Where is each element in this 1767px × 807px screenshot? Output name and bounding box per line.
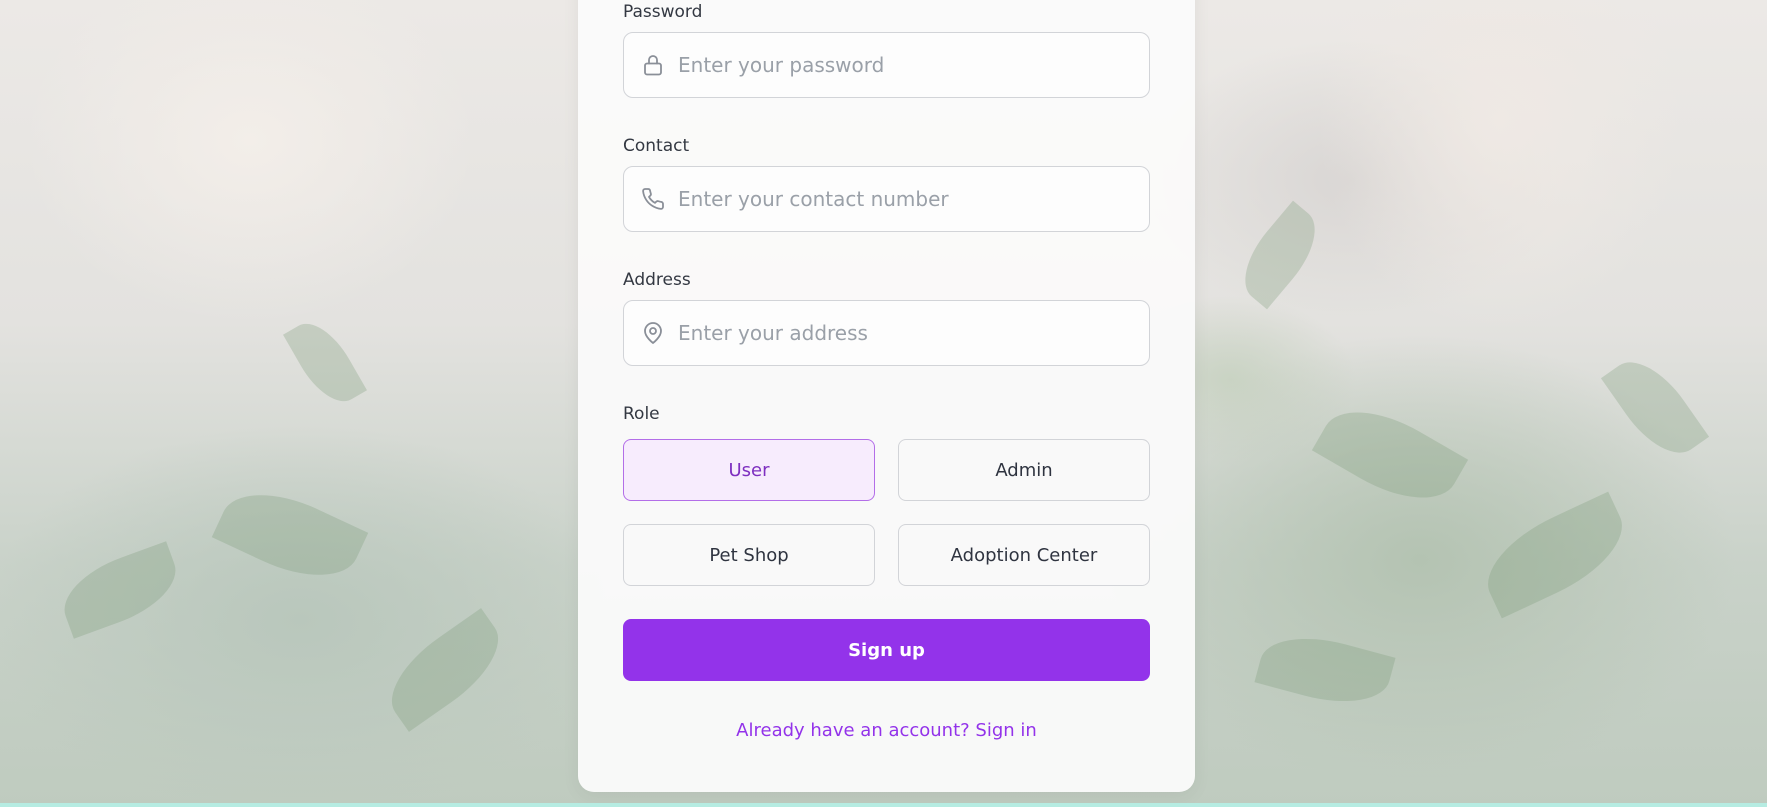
background-leaf <box>1254 624 1396 716</box>
contact-field[interactable] <box>623 166 1150 232</box>
phone-icon <box>640 186 666 212</box>
background-leaf <box>211 473 369 597</box>
background-leaf <box>283 312 367 413</box>
sign-in-link[interactable]: Already have an account? Sign in <box>623 720 1150 741</box>
map-pin-icon <box>640 320 666 346</box>
page-background: Password Contact Address Role <box>0 0 1767 807</box>
address-label: Address <box>623 270 691 290</box>
role-option-admin[interactable]: Admin <box>898 439 1150 501</box>
background-leaf <box>53 541 187 639</box>
role-label: Role <box>623 404 660 424</box>
password-input[interactable] <box>678 45 1138 85</box>
role-option-user[interactable]: User <box>623 439 875 501</box>
contact-label: Contact <box>623 136 690 156</box>
background-leaf <box>1228 200 1332 310</box>
password-field[interactable] <box>623 32 1150 98</box>
lock-icon <box>640 52 666 78</box>
background-leaf <box>1472 491 1638 619</box>
role-option-pet-shop[interactable]: Pet Shop <box>623 524 875 586</box>
address-input[interactable] <box>678 313 1138 353</box>
background-leaf <box>1311 389 1469 521</box>
password-label: Password <box>623 2 703 22</box>
background-leaf <box>374 608 516 732</box>
sign-up-button[interactable]: Sign up <box>623 619 1150 681</box>
contact-input[interactable] <box>678 179 1138 219</box>
address-field[interactable] <box>623 300 1150 366</box>
role-option-adoption-center[interactable]: Adoption Center <box>898 524 1150 586</box>
background-leaf <box>1600 346 1710 469</box>
bottom-accent-strip <box>0 803 1767 807</box>
